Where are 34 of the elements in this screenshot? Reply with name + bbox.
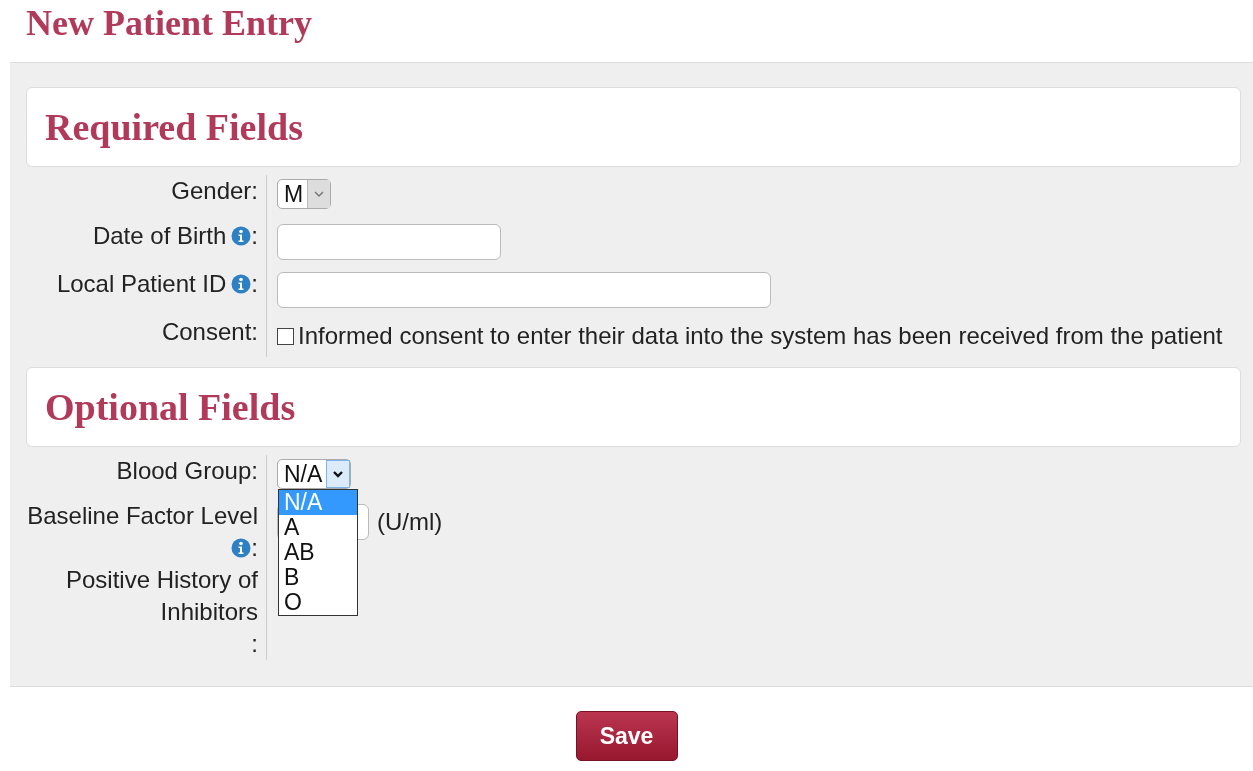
- info-icon[interactable]: [231, 538, 252, 558]
- dropdown-option[interactable]: O: [279, 590, 357, 615]
- label-colon: :: [251, 270, 258, 297]
- dropdown-option[interactable]: B: [279, 565, 357, 590]
- consent-text: Informed consent to enter their data into the system has been received from the patient: [298, 322, 1223, 349]
- section-title: Optional Fields: [45, 385, 296, 429]
- dropdown[interactable]: M: [277, 179, 332, 209]
- field-label: Local Patient ID: [56, 269, 227, 299]
- field-label: Blood Group: [116, 456, 252, 486]
- info-icon[interactable]: [231, 226, 252, 246]
- date-field[interactable]: [277, 224, 501, 260]
- dropdown[interactable]: N/A: [277, 459, 352, 489]
- label-colon: :: [251, 177, 258, 204]
- info-icon[interactable]: [231, 274, 252, 294]
- field-label: Consent: [161, 317, 252, 347]
- field-label: Date of Birth: [92, 221, 227, 251]
- field-label: Gender: [171, 176, 252, 206]
- label-colon: :: [251, 222, 258, 249]
- page-title: New Patient Entry: [25, 2, 313, 45]
- field-label: Baseline Factor Level: [27, 501, 258, 531]
- checkbox[interactable]: [277, 328, 294, 345]
- caret-icon: [333, 470, 344, 478]
- text-field[interactable]: [277, 272, 771, 308]
- field-label: Positive History of Inhibitors: [64, 565, 258, 627]
- label-colon: :: [251, 457, 258, 484]
- section-title: Required Fields: [45, 105, 303, 149]
- dropdown-option[interactable]: AB: [279, 540, 357, 565]
- label-colon: :: [251, 630, 258, 657]
- label-colon: :: [251, 534, 258, 561]
- caret-icon: [314, 190, 325, 198]
- label-colon: :: [251, 318, 258, 345]
- dropdown-option[interactable]: A: [279, 515, 357, 540]
- unit-label: (U/ml): [377, 508, 443, 536]
- save-button[interactable]: Save: [575, 711, 678, 761]
